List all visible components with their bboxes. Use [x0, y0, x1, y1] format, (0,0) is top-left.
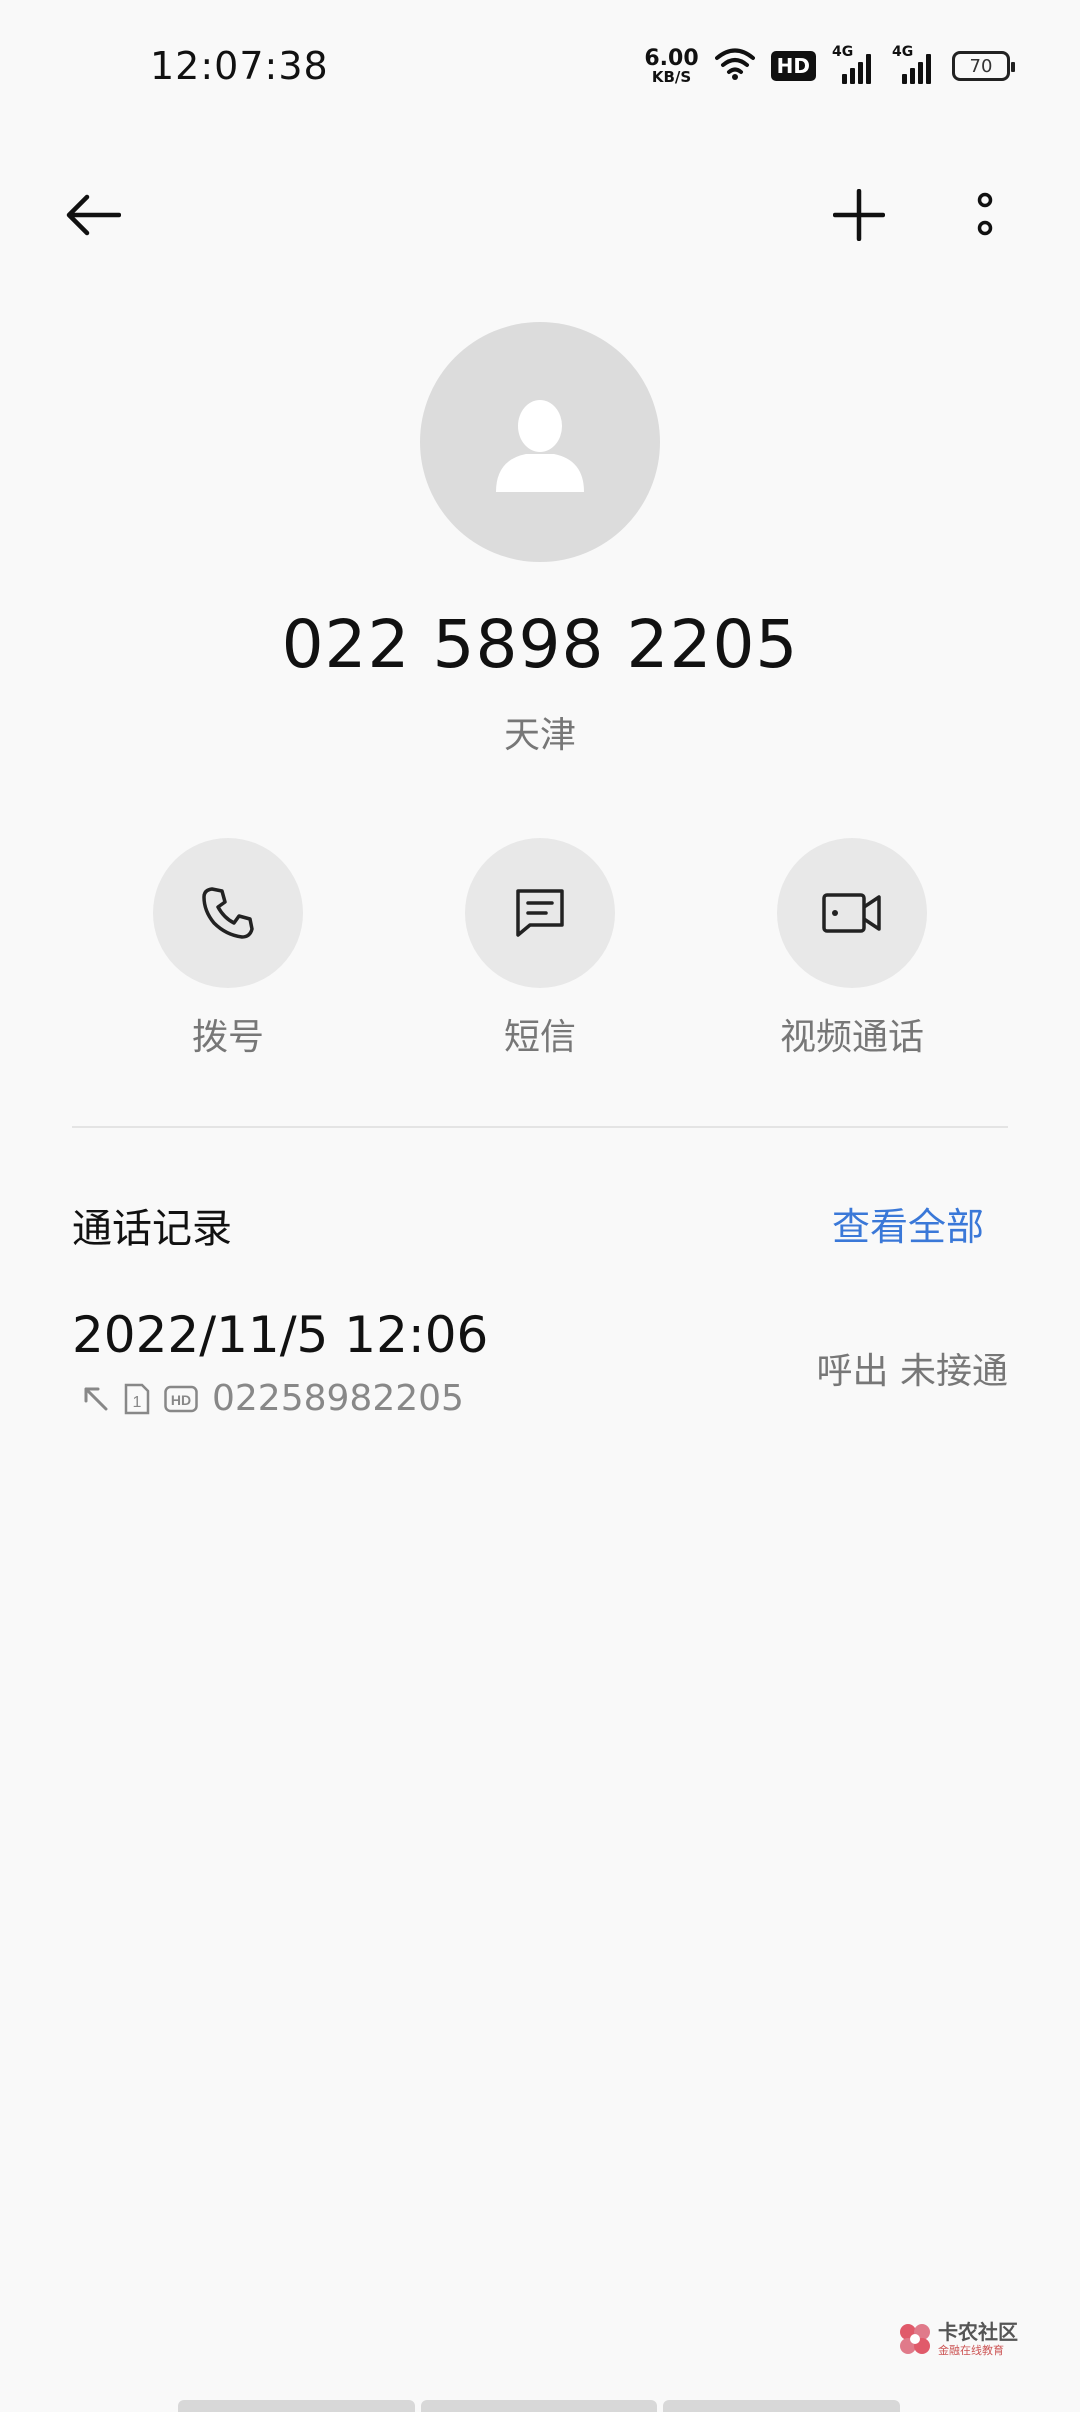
- network-speed: 6.00 KB/S: [644, 45, 699, 86]
- video-call-action-label: 视频通话: [779, 1017, 924, 1058]
- hd-call-icon: HD: [164, 1385, 198, 1413]
- sms-action-label: 短信: [503, 1017, 576, 1058]
- status-bar: 12:07:38 6.00 KB/S HD 4G 4G 70: [0, 0, 1080, 140]
- call-log-record[interactable]: 2022/11/5 12:06 1 HD 02258982205 呼出 未接通: [72, 1306, 1008, 1436]
- video-call-action-circle[interactable]: [777, 838, 927, 988]
- arrow-left-icon: [66, 194, 121, 236]
- nav-segment-right[interactable]: [663, 2400, 901, 2412]
- record-number: 02258982205: [212, 1378, 464, 1419]
- watermark-main-text: 卡农社区: [938, 2320, 1018, 2344]
- sms-action-circle[interactable]: [465, 838, 615, 988]
- call-action[interactable]: 拨号: [118, 838, 338, 1060]
- record-time: 2022/11/5 12:06: [72, 1306, 489, 1364]
- sim1-network-type: 4G: [832, 44, 854, 60]
- back-button[interactable]: [48, 170, 138, 260]
- outgoing-call-icon: [82, 1385, 110, 1413]
- phone-icon: [202, 887, 254, 939]
- section-divider: [72, 1126, 1008, 1128]
- navigation-bar[interactable]: [178, 2400, 901, 2412]
- sim-slot-number: 1: [133, 1394, 142, 1411]
- sim1-signal-icon: 4G: [832, 44, 876, 84]
- network-speed-unit: KB/S: [651, 67, 692, 86]
- wifi-icon: [714, 47, 755, 85]
- call-action-label: 拨号: [191, 1017, 264, 1058]
- plus-icon: [833, 189, 885, 241]
- more-options-button[interactable]: [940, 170, 1030, 260]
- nav-segment-center[interactable]: [420, 2400, 658, 2412]
- call-log-title: 通话记录: [72, 1206, 232, 1252]
- sms-action[interactable]: 短信: [430, 838, 650, 1060]
- call-action-circle[interactable]: [153, 838, 303, 988]
- battery-icon: 70: [952, 51, 1015, 81]
- battery-level: 70: [969, 55, 993, 77]
- sim2-signal-icon: 4G: [892, 44, 936, 84]
- video-call-action[interactable]: 视频通话: [742, 838, 962, 1060]
- hd-voice-badge: HD: [770, 51, 816, 81]
- watermark-sub-text: 金融在线教育: [938, 2344, 1004, 2357]
- hd-call-label: HD: [171, 1392, 191, 1408]
- watermark-icon: [900, 2324, 930, 2354]
- network-speed-value: 6.00: [644, 45, 699, 71]
- sim2-network-type: 4G: [892, 44, 914, 60]
- record-status: 呼出 未接通: [816, 1351, 1008, 1392]
- message-icon: [516, 889, 564, 937]
- video-camera-icon: [822, 893, 881, 933]
- contact-phone-number: 022 5898 2205: [281, 606, 799, 683]
- person-icon: [496, 400, 584, 492]
- record-meta: 1 HD 02258982205: [82, 1378, 464, 1419]
- view-all-link[interactable]: 查看全部: [832, 1196, 984, 1251]
- nav-segment-left[interactable]: [178, 2400, 415, 2412]
- contact-location: 天津: [503, 715, 576, 756]
- add-contact-button[interactable]: [814, 170, 904, 260]
- status-icons: 6.00 KB/S HD 4G 4G 70: [644, 44, 1015, 88]
- more-vertical-icon: [977, 192, 993, 236]
- status-time: 12:07:38: [150, 44, 329, 88]
- watermark-logo: 卡农社区 金融在线教育: [898, 2322, 1018, 2356]
- sim-card-icon: 1: [124, 1383, 150, 1415]
- contact-avatar: [420, 322, 660, 562]
- contact-detail-screen: 12:07:38 6.00 KB/S HD 4G 4G 70 022 5898 …: [0, 0, 1080, 2412]
